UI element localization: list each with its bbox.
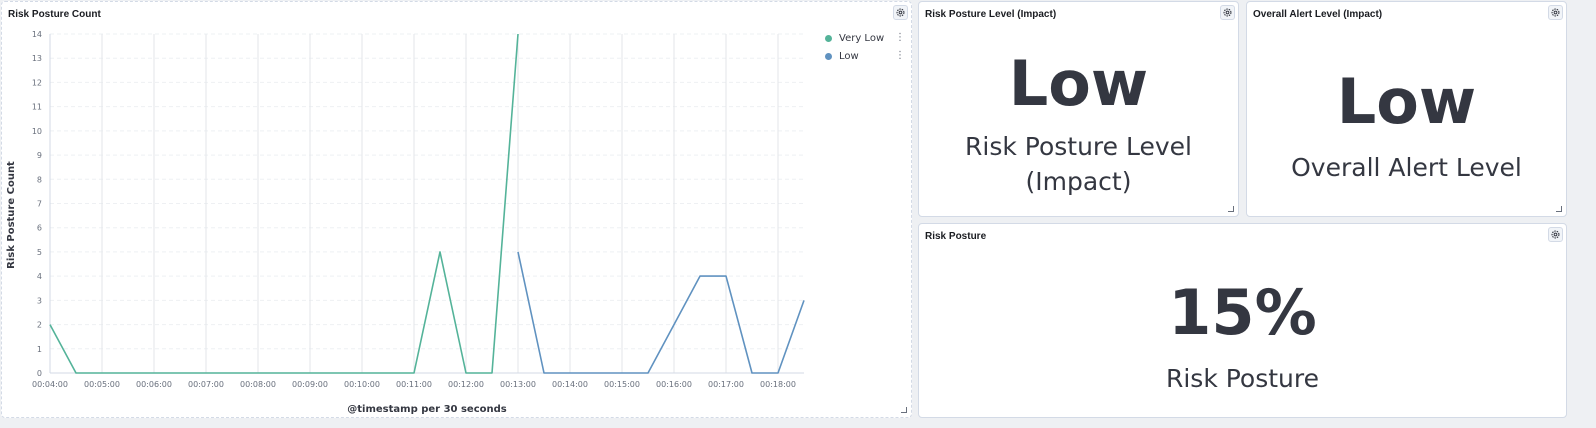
y-tick-label: 1 [37,345,42,354]
y-tick-label: 8 [37,175,42,184]
gear-icon[interactable] [1548,5,1563,20]
risk-posture-panel: Risk Posture 15% Risk Posture [918,223,1567,418]
x-tick-label: 00:08:00 [240,380,276,389]
legend-dot [825,35,832,42]
metric-value: Low [1336,65,1477,138]
metric-label: Overall Alert Level [1291,153,1522,182]
y-tick-label: 7 [37,200,42,209]
x-tick-label: 00:13:00 [500,380,536,389]
y-tick-label: 11 [32,103,42,112]
y-tick-label: 4 [37,272,42,281]
y-tick-label: 5 [37,248,42,257]
y-tick-label: 14 [32,30,42,39]
x-tick-label: 00:09:00 [292,380,328,389]
x-tick-label: 00:04:00 [32,380,68,389]
panel-title: Overall Alert Level (Impact) [1253,9,1383,20]
x-tick-label: 00:18:00 [760,380,796,389]
legend-options-icon[interactable]: ⋮ [895,51,905,61]
metric-label: Risk Posture [1165,364,1320,393]
risk-posture-level-panel: Risk Posture Level (Impact) Low Risk Pos… [918,1,1239,217]
gear-icon[interactable] [1548,227,1563,242]
y-tick-label: 10 [32,127,42,136]
resize-handle[interactable] [1228,206,1234,212]
x-tick-label: 00:10:00 [344,380,380,389]
y-tick-label: 0 [37,369,42,378]
overall-alert-level-panel: Overall Alert Level (Impact) Low Overall… [1246,1,1567,217]
legend-label: Low [839,51,859,62]
gear-icon[interactable] [1220,5,1235,20]
x-axis-label: @timestamp per 30 seconds [347,404,507,415]
x-tick-label: 00:16:00 [656,380,692,389]
x-tick-label: 00:17:00 [708,380,744,389]
y-tick-label: 6 [37,224,42,233]
x-tick-label: 00:14:00 [552,380,588,389]
metric-label: Risk Posture Level (Impact) [919,130,1238,199]
metric-label-line: (Impact) [1025,166,1132,196]
x-tick-label: 00:07:00 [188,380,224,389]
metric-label-line: Risk Posture Level [965,132,1192,161]
x-tick-label: 00:06:00 [136,380,172,389]
legend-item-very-low[interactable]: Very Low [825,33,884,44]
series-line-low[interactable] [517,251,805,374]
x-tick-label: 00:11:00 [396,380,432,389]
x-tick-label: 00:12:00 [448,380,484,389]
y-tick-label: 12 [32,78,42,87]
risk-posture-count-panel: Risk Posture Count 0 1 2 3 4 5 6 7 8 9 10 11 12 13 14 0… [1,1,912,418]
panel-title: Risk Posture Level (Impact) [925,9,1057,20]
resize-handle[interactable] [1556,206,1562,212]
legend-item-low[interactable]: Low [825,51,859,62]
y-axis-label: Risk Posture Count [6,161,17,269]
legend-dot [825,53,832,60]
metric-value: 15% [1168,276,1317,349]
panel-title: Risk Posture [925,231,987,242]
line-chart: 0123456789101112131400:04:00 00:05:00 00:0… [6,30,805,415]
x-tick-label: 00:05:00 [84,380,120,389]
y-tick-label: 3 [37,296,42,305]
y-tick-label: 9 [37,151,42,160]
legend-label: Very Low [839,33,885,44]
resize-handle[interactable] [901,407,907,413]
y-tick-label: 13 [32,54,42,63]
x-tick-label: 00:15:00 [604,380,640,389]
metric-value: Low [1008,47,1149,120]
y-tick-label: 2 [37,321,42,330]
legend-options-icon[interactable]: ⋮ [895,33,905,43]
